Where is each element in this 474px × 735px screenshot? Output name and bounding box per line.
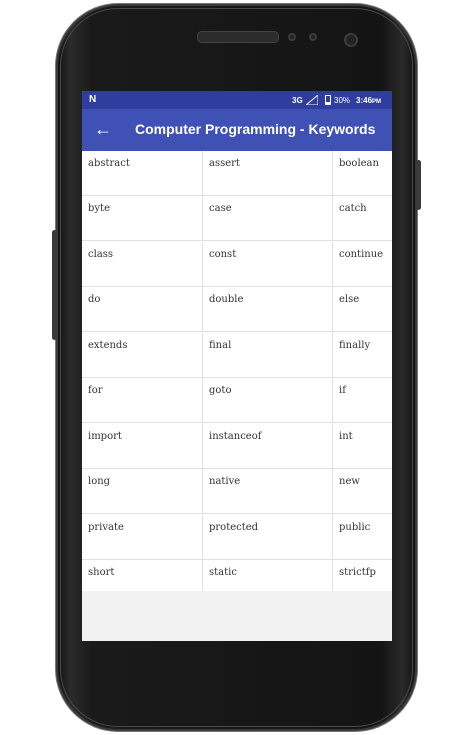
keyword-cell[interactable]: int — [333, 424, 392, 469]
battery-level: 30% — [334, 96, 351, 105]
arrow-back-icon[interactable]: ← — [94, 118, 112, 140]
keyword-cell[interactable]: if — [333, 378, 392, 423]
keyword-cell[interactable]: short — [82, 560, 203, 591]
keyword-cell[interactable]: catch — [333, 196, 392, 241]
keyword-cell[interactable]: static — [203, 560, 333, 591]
keyword-cell[interactable]: protected — [203, 515, 333, 560]
earpiece-speaker — [197, 31, 279, 43]
keyword-cell[interactable]: continue — [333, 242, 392, 287]
table-row: for goto if — [82, 378, 392, 423]
keyword-cell[interactable]: byte — [82, 196, 203, 241]
keyword-cell[interactable]: const — [203, 242, 333, 287]
table-row: class const continue — [82, 242, 392, 287]
keyword-cell[interactable]: assert — [203, 151, 333, 196]
keyword-cell[interactable]: strictfp — [333, 560, 392, 591]
keyword-cell[interactable]: class — [82, 242, 203, 287]
keyword-grid: abstract assert boolean byte case catch … — [82, 151, 392, 591]
front-camera — [344, 33, 358, 47]
keyword-cell[interactable]: do — [82, 287, 203, 332]
volume-button — [52, 230, 57, 340]
table-row: long native new — [82, 469, 392, 514]
notification-icon: N — [89, 94, 97, 105]
sensor-dot — [309, 33, 317, 41]
keyword-cell[interactable]: extends — [82, 333, 203, 378]
keyword-cell[interactable]: long — [82, 469, 203, 514]
keyword-cell[interactable]: case — [203, 196, 333, 241]
clock: 3:46PM — [356, 96, 382, 105]
keyword-cell[interactable]: public — [333, 515, 392, 560]
table-row: extends final finally — [82, 333, 392, 378]
table-row: abstract assert boolean — [82, 151, 392, 196]
app-bar: ← Computer Programming - Keywords — [82, 109, 392, 151]
signal-icon — [306, 95, 318, 105]
table-row: do double else — [82, 287, 392, 332]
power-button — [416, 160, 421, 210]
table-row: byte case catch — [82, 196, 392, 241]
keyword-cell[interactable]: finally — [333, 333, 392, 378]
keyword-cell[interactable]: native — [203, 469, 333, 514]
keyword-cell[interactable]: private — [82, 515, 203, 560]
table-row: import instanceof int — [82, 424, 392, 469]
page-title: Computer Programming - Keywords — [135, 121, 376, 137]
table-row: short static strictfp — [82, 560, 392, 591]
keyword-cell[interactable]: instanceof — [203, 424, 333, 469]
keyword-cell[interactable]: goto — [203, 378, 333, 423]
status-bar: N 3G 30% 3:46PM — [82, 91, 392, 109]
keyword-cell[interactable]: final — [203, 333, 333, 378]
keyword-cell[interactable]: new — [333, 469, 392, 514]
table-row: private protected public — [82, 515, 392, 560]
proximity-sensor — [288, 33, 296, 41]
keyword-cell[interactable]: abstract — [82, 151, 203, 196]
battery-icon — [325, 95, 331, 105]
keyword-cell[interactable]: for — [82, 378, 203, 423]
network-type: 3G — [292, 96, 303, 105]
keyword-cell[interactable]: import — [82, 424, 203, 469]
keyword-cell[interactable]: double — [203, 287, 333, 332]
keyword-cell[interactable]: boolean — [333, 151, 392, 196]
keyword-cell[interactable]: else — [333, 287, 392, 332]
phone-screen: N 3G 30% 3:46PM ← Computer Programming -… — [82, 91, 392, 641]
